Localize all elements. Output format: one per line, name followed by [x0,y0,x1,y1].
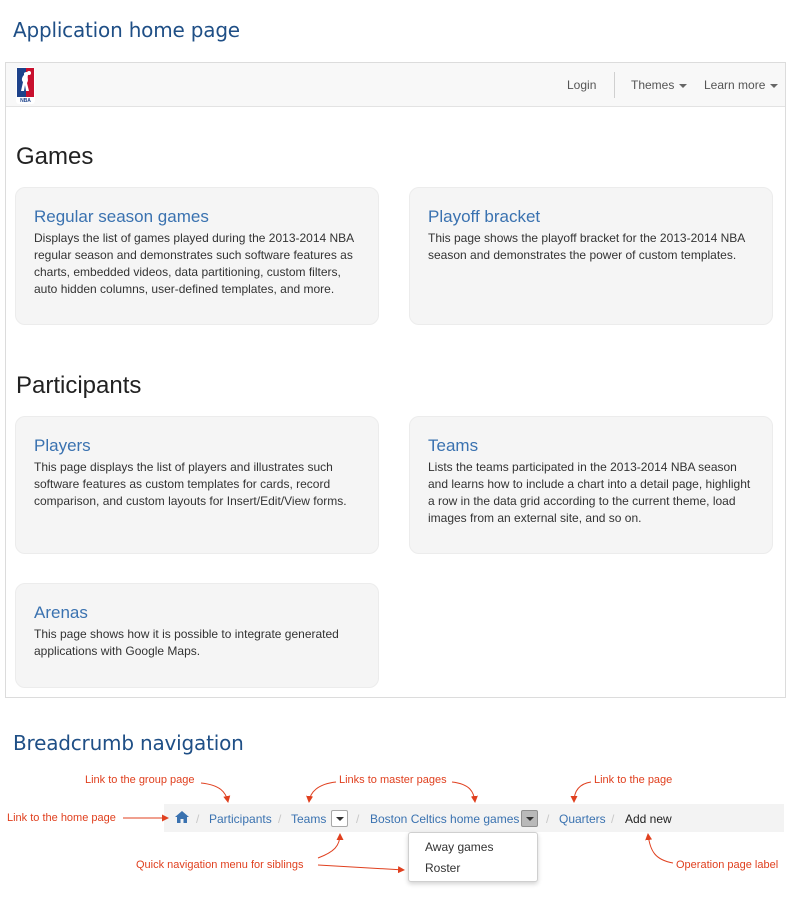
arrow-quick-nav-menu [317,864,405,874]
arrow-the-page [570,781,592,803]
arrow-operation [645,833,674,864]
annotation-arrows [123,781,674,874]
arrow-group [200,782,231,803]
arrow-quick-nav-up [317,833,344,859]
arrow-master-left [306,781,337,803]
arrow-master-right [451,781,478,803]
